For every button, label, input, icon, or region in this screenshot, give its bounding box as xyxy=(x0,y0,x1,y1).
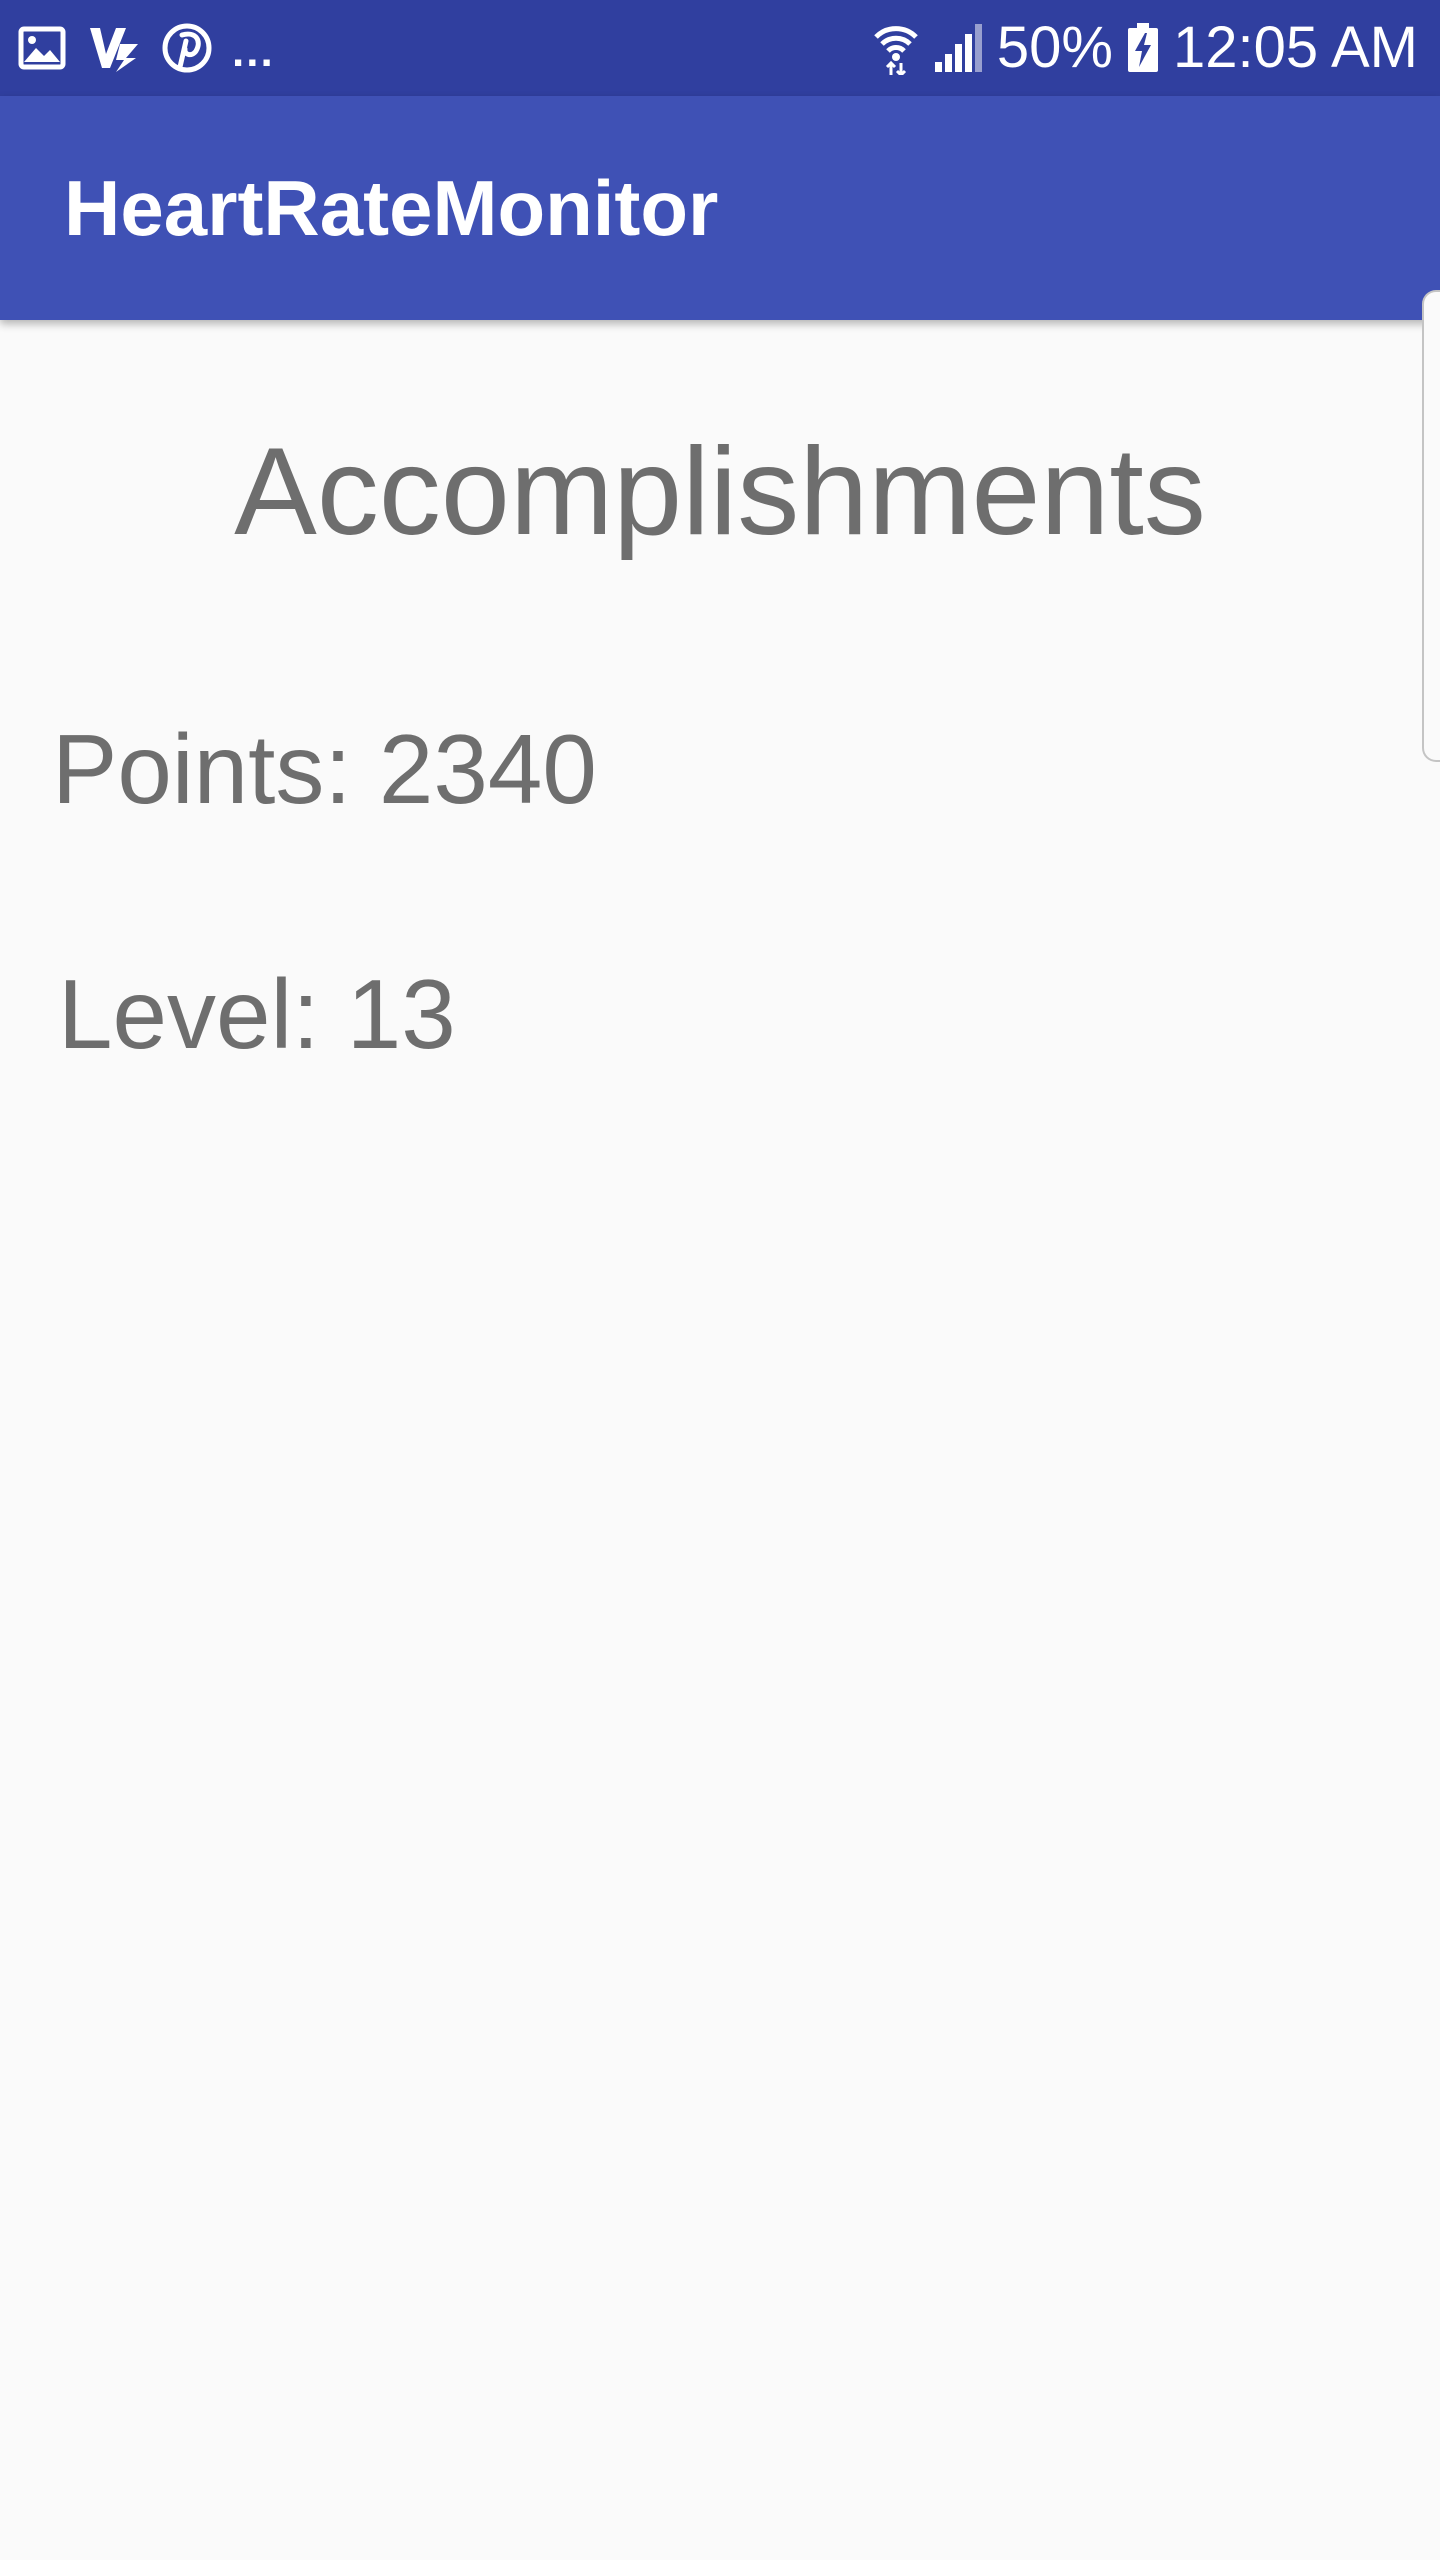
v-logo-icon xyxy=(86,24,142,72)
status-bar: ... 50% 12:05 AM xyxy=(0,0,1440,96)
page-title: Accomplishments xyxy=(234,423,1206,561)
pinterest-icon xyxy=(162,23,212,73)
main-content: Accomplishments Points: 2340 Level: 13 xyxy=(0,320,1440,2560)
wifi-icon xyxy=(873,21,919,75)
battery-charging-icon xyxy=(1127,23,1159,73)
edge-panel-handle[interactable] xyxy=(1422,290,1440,762)
cell-signal-icon xyxy=(933,24,983,72)
notification-icons: ... xyxy=(18,0,275,96)
more-notifications-indicator: ... xyxy=(232,27,275,76)
system-status: 50% 12:05 AM xyxy=(873,0,1418,96)
points-text: Points: 2340 xyxy=(52,714,597,824)
battery-percent: 50% xyxy=(996,15,1113,80)
level-text: Level: 13 xyxy=(58,959,456,1069)
image-icon xyxy=(18,26,66,70)
clock: 12:05 AM xyxy=(1172,15,1418,80)
app-bar: HeartRateMonitor xyxy=(0,96,1440,320)
app-title: HeartRateMonitor xyxy=(64,163,719,252)
